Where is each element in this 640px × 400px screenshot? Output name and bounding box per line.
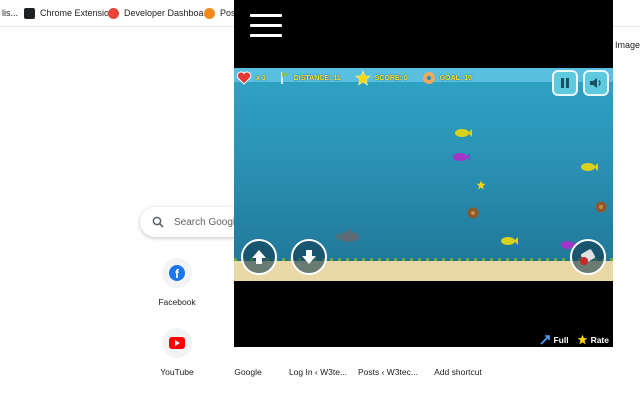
w3-icon — [204, 7, 215, 19]
full-label: Full — [553, 334, 569, 345]
chrome-extension-icon — [24, 7, 35, 19]
bookmark-label: lis... — [2, 8, 19, 18]
donut-icon — [422, 72, 435, 84]
arrow-down-icon — [302, 250, 316, 264]
shortcut-facebook[interactable]: f Facebook — [142, 258, 212, 307]
bookmark-label: Developer Dashboa... — [124, 8, 212, 18]
rate-link[interactable]: Rate — [577, 334, 609, 345]
facebook-icon: f — [162, 258, 192, 288]
shortcut-youtube[interactable]: YouTube — [142, 328, 212, 377]
expand-icon — [540, 334, 551, 345]
shortcut-label: Facebook — [158, 297, 196, 307]
yellow-fish — [581, 163, 598, 171]
yellow-fish — [501, 237, 518, 245]
speaker-icon — [590, 78, 601, 88]
goal-value: GOAL: 10 — [439, 74, 473, 82]
heart-icon — [236, 71, 252, 85]
bookmark-post[interactable]: Post — [204, 5, 238, 21]
shortcut-label: Log In ‹ W3te... — [288, 367, 348, 377]
search-input[interactable]: Search Googl — [174, 217, 235, 228]
bookmark-item[interactable]: lis... — [2, 5, 18, 21]
game-footer: Full Rate — [532, 334, 609, 345]
yellow-fish — [455, 129, 472, 137]
shortcut-label: Add shortcut — [434, 367, 482, 377]
sea-mine — [595, 201, 607, 213]
flag-icon — [280, 72, 289, 84]
sand-floor — [234, 261, 613, 281]
score-value: SCORE: 0 — [374, 74, 408, 82]
fire-button[interactable] — [570, 239, 606, 275]
shortcut-label: Posts ‹ W3tec... — [358, 367, 418, 377]
sound-button[interactable] — [583, 70, 609, 96]
sea-mine — [467, 207, 479, 219]
game-hud: x 3 DISTANCE: 11 SCORE: 0 GOAL: 10 — [236, 70, 486, 86]
bookmark-label: Chrome Extension — [40, 8, 115, 18]
pause-button[interactable] — [552, 70, 578, 96]
lives-count: x 3 — [256, 74, 266, 82]
bookmark-images[interactable]: Image — [615, 40, 640, 50]
star-icon — [354, 70, 371, 86]
rate-label: Rate — [590, 334, 609, 345]
game-canvas[interactable]: x 3 DISTANCE: 11 SCORE: 0 GOAL: 10 — [234, 68, 613, 281]
up-button[interactable] — [241, 239, 277, 275]
shark — [336, 228, 359, 242]
fullscreen-link[interactable]: Full — [540, 334, 569, 345]
shortcut-label: Google — [234, 367, 262, 377]
developer-dashboard-icon — [108, 7, 119, 19]
youtube-icon — [162, 328, 192, 358]
cannon-icon — [580, 249, 595, 265]
distance-value: DISTANCE: 11 — [293, 74, 341, 82]
bookmark-developer-dashboard[interactable]: Developer Dashboa... — [108, 5, 211, 21]
arrow-up-icon — [252, 250, 266, 264]
shortcut-label: YouTube — [160, 367, 194, 377]
menu-icon[interactable] — [250, 14, 282, 38]
pause-icon — [561, 78, 569, 88]
purple-fish — [453, 153, 470, 161]
star-icon — [577, 334, 587, 345]
game-popup: x 3 DISTANCE: 11 SCORE: 0 GOAL: 10 Full … — [234, 0, 613, 347]
search-icon — [152, 216, 164, 228]
down-button[interactable] — [291, 239, 327, 275]
bookmark-chrome-extension[interactable]: Chrome Extension — [24, 5, 114, 21]
star-pickup-icon — [476, 180, 486, 190]
